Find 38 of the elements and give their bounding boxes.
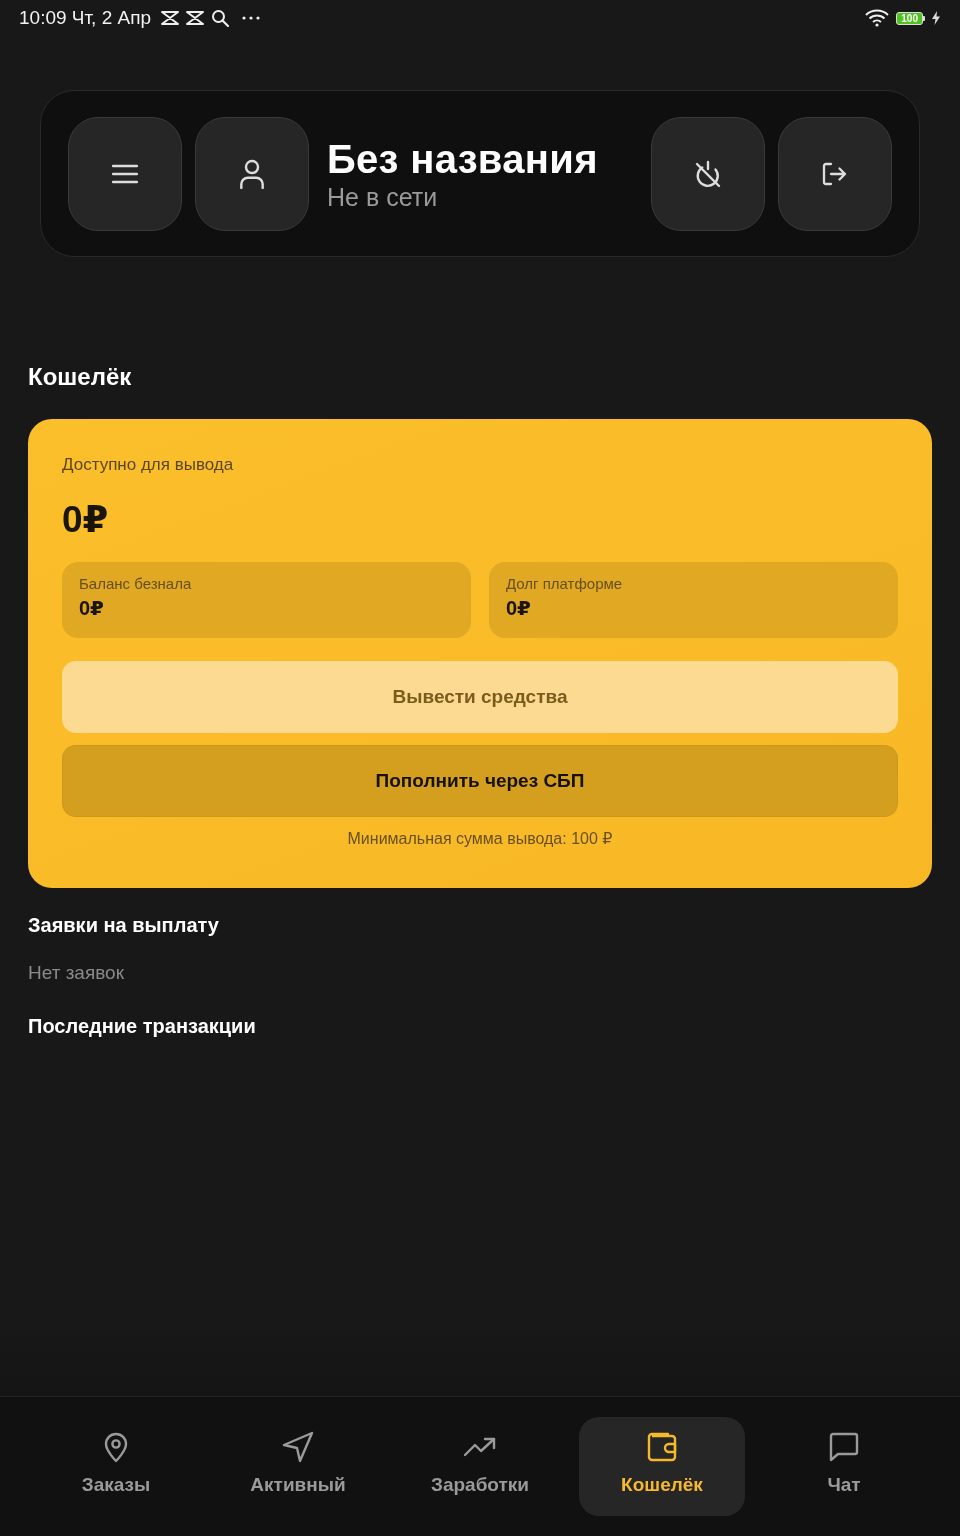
empty-requests-text: Нет заявок [28, 961, 124, 985]
balance-label: Долг платформе [506, 574, 624, 593]
timer-off-icon [694, 159, 722, 188]
balance-value: 0₽ [79, 596, 106, 621]
available-label: Доступно для вывода [62, 454, 235, 476]
wifi-icon [865, 9, 890, 27]
more-icon [242, 16, 261, 20]
chat-bubble-icon [828, 1431, 860, 1463]
nav-tab[interactable]: Активный [215, 1417, 381, 1516]
driver-name: Без названия [327, 135, 599, 182]
profile-button[interactable] [195, 116, 309, 231]
status-time: 10:09 Чт, 2 Апр [19, 7, 152, 29]
logout-button[interactable] [778, 116, 892, 231]
nav-tab[interactable]: Кошелёк [579, 1417, 745, 1516]
shift-toggle-button[interactable] [651, 116, 765, 231]
charging-bolt-icon [932, 11, 940, 25]
wallet-heading: Кошелёк [28, 362, 132, 392]
online-status: Не в сети [327, 181, 439, 212]
logout-icon [822, 161, 848, 186]
transactions-heading: Последние транзакции [28, 1014, 256, 1039]
nav-tab[interactable]: Заработки [397, 1417, 563, 1516]
balance-value: 0₽ [506, 596, 533, 621]
menu-icon [112, 163, 138, 184]
hourglass-icon [161, 10, 180, 26]
nav-tab[interactable]: Чат [761, 1417, 927, 1516]
top-up-button[interactable]: Пополнить через СБП [62, 745, 898, 817]
navigation-arrow-icon [282, 1431, 314, 1463]
payout-requests-heading: Заявки на выплату [28, 913, 219, 938]
balance-label: Баланс безнала [79, 574, 193, 593]
menu-button[interactable] [68, 116, 182, 231]
search-icon [211, 9, 230, 27]
hourglass-icon [186, 10, 205, 26]
wallet-icon [646, 1431, 678, 1463]
available-amount: 0₽ [62, 498, 110, 542]
battery-indicator: 100 [896, 11, 925, 25]
nav-tab[interactable]: Заказы [33, 1417, 199, 1516]
user-icon [239, 158, 265, 189]
minimum-withdrawal-note: Минимальная сумма вывода: 100 ₽ [347, 829, 613, 849]
